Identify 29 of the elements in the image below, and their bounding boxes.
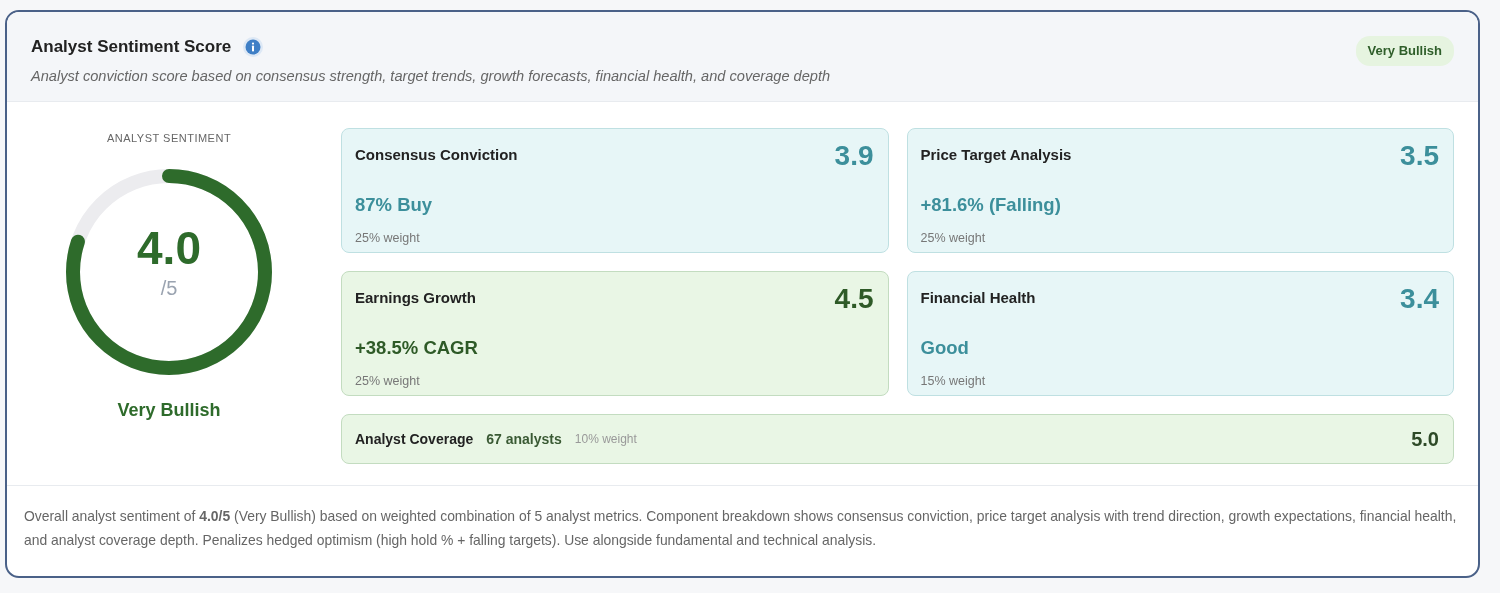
- metric-value: +81.6% (Falling): [920, 193, 1062, 217]
- coverage-title: Analyst Coverage: [355, 429, 474, 449]
- summary-text: Overall analyst sentiment of 4.0/5 (Very Bullish) based on weighted combination of 5 analyst metrics. Component breakdown shows consensus conviction, price target analysis with trend direction, growth expectations, financial health, and analyst coverage depth. Penalizes hedged optimism (high hold % + falling targets). Use alongside fundamental and technical analysis.: [7, 485, 1478, 576]
- metric-value: 87% Buy: [355, 193, 434, 217]
- metric-title: Consensus Conviction: [355, 145, 518, 165]
- metric-title: Financial Health: [920, 288, 1036, 308]
- metric-title: Price Target Analysis: [920, 145, 1072, 165]
- gauge-scale: /5: [160, 275, 178, 301]
- metric-score: 3.5: [1400, 141, 1439, 172]
- gauge-caption: ANALYST SENTIMENT: [106, 131, 232, 146]
- coverage-weight: 10% weight: [574, 431, 637, 448]
- card-title: Analyst Sentiment Score: [31, 36, 232, 58]
- metric-score: 3.9: [834, 141, 874, 172]
- metric-title: Earnings Growth: [355, 288, 476, 308]
- sentiment-rating: Very Bullish: [117, 398, 221, 422]
- metric-score: 4.5: [834, 284, 874, 315]
- sentiment-badge: Very Bullish: [1355, 36, 1454, 66]
- metric-value: Good: [920, 336, 970, 360]
- metric-value: +38.5% CAGR: [355, 336, 479, 360]
- metric-weight: 25% weight: [920, 229, 987, 247]
- coverage-value: 67 analysts: [486, 429, 562, 449]
- metric-weight: 15% weight: [920, 372, 987, 390]
- coverage-score: 5.0: [1411, 427, 1439, 452]
- gauge-score: 4.0: [137, 224, 201, 271]
- card-subtitle: Analyst conviction score based on consensus strength, target trends, growth forecasts, financial health, and coverage depth: [31, 66, 831, 86]
- metric-weight: 25% weight: [355, 229, 421, 247]
- info-icon[interactable]: [243, 36, 264, 57]
- metric-weight: 25% weight: [355, 372, 421, 390]
- metric-score: 3.4: [1400, 284, 1439, 315]
